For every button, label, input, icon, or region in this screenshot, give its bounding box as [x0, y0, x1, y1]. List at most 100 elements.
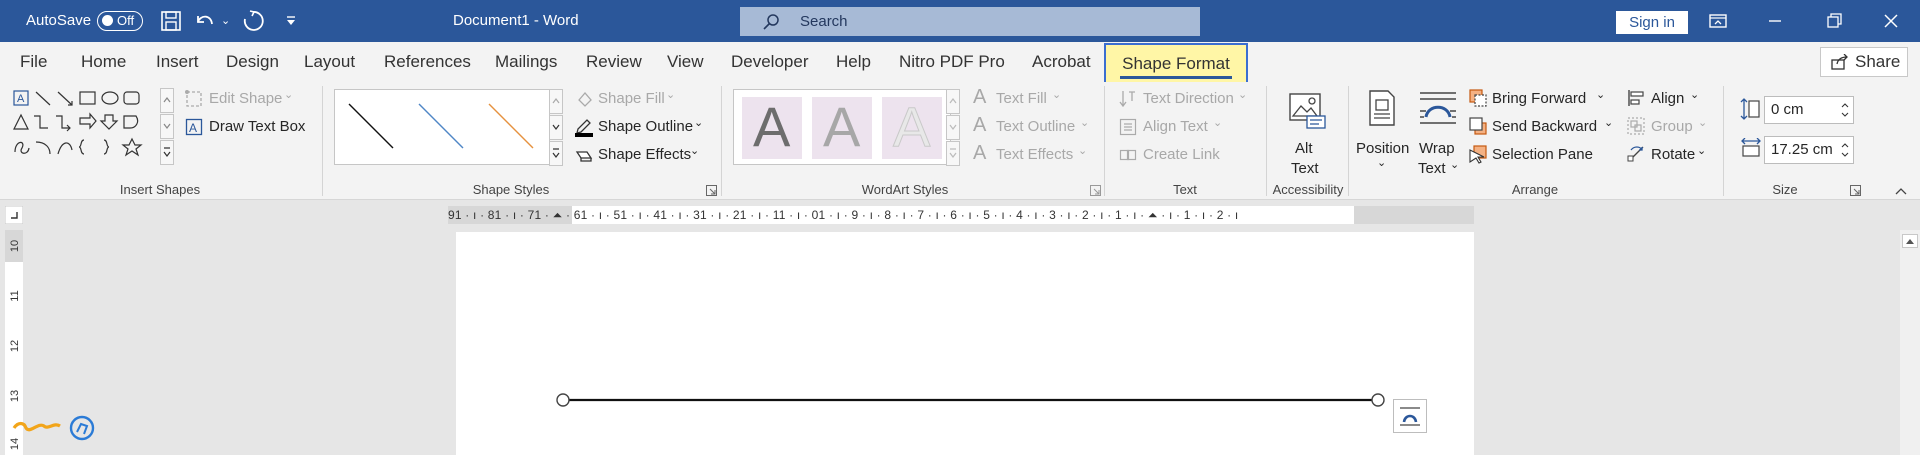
vruler-mark: 11 — [9, 290, 21, 302]
toggle-knob — [102, 15, 113, 26]
tab-layout[interactable]: Layout — [304, 42, 355, 82]
shape-height-input[interactable]: 0 cm — [1764, 96, 1854, 124]
search-box[interactable]: Search — [740, 7, 1200, 36]
tab-design[interactable]: Design — [226, 42, 279, 82]
shape-width-input[interactable]: 17.25 cm — [1764, 136, 1854, 164]
group-separator — [322, 86, 323, 196]
restore-icon[interactable] — [1823, 10, 1845, 32]
align-text-icon — [1119, 118, 1137, 136]
align-button[interactable]: Align — [1651, 90, 1684, 107]
shape-outline-button[interactable]: Shape Outline — [598, 118, 693, 135]
tab-acrobat[interactable]: Acrobat — [1032, 42, 1091, 82]
wordart-styles-launcher-icon[interactable] — [1090, 185, 1101, 196]
ribbon: A Edit Shape ⌄ A Draw Text Box Insert Sh… — [0, 82, 1920, 200]
text-direction-dropdown-icon: ⌄ — [1238, 89, 1248, 101]
shapes-gallery-scroll-icon[interactable] — [160, 88, 174, 166]
tab-selector-icon[interactable] — [5, 206, 23, 224]
undo-dropdown-icon[interactable]: ⌄ — [221, 0, 230, 42]
draw-text-box-icon: A — [185, 118, 203, 136]
customize-toolbar-icon[interactable] — [278, 8, 304, 34]
alt-text-label-line1: Alt — [1295, 140, 1313, 157]
tab-references[interactable]: References — [384, 42, 471, 82]
share-button[interactable]: Share — [1820, 47, 1908, 77]
share-label: Share — [1855, 52, 1901, 71]
tab-insert[interactable]: Insert — [156, 42, 199, 82]
shape-width-value: 17.25 cm — [1771, 141, 1833, 158]
bring-forward-dropdown-icon: ⌄ — [1596, 89, 1606, 101]
edit-shape-icon — [185, 90, 202, 107]
align-text-dropdown-icon: ⌄ — [1213, 117, 1223, 129]
save-icon[interactable] — [158, 8, 184, 34]
position-label: Position — [1356, 140, 1410, 157]
undo-icon[interactable] — [191, 8, 217, 34]
ribbon-display-options-icon[interactable] — [1707, 10, 1729, 32]
wrap-text-label-line2: Text — [1418, 160, 1446, 177]
tab-mailings[interactable]: Mailings — [495, 42, 557, 82]
text-fill-icon: A — [973, 86, 987, 108]
tab-developer[interactable]: Developer — [731, 42, 809, 82]
align-text-button[interactable]: Align Text — [1143, 118, 1208, 135]
alt-text-icon — [1289, 93, 1326, 129]
search-placeholder: Search — [800, 13, 848, 30]
bring-forward-button[interactable]: Bring Forward — [1492, 90, 1586, 107]
tab-shape-format[interactable]: Shape Format — [1104, 43, 1248, 86]
send-backward-button[interactable]: Send Backward — [1492, 118, 1597, 135]
svg-text:A: A — [189, 121, 197, 135]
position-button[interactable]: Position ⌄ — [1354, 90, 1410, 176]
layout-options-icon[interactable] — [1393, 399, 1427, 433]
wordart-styles-scroll-icon[interactable] — [946, 89, 960, 167]
line-shape[interactable] — [456, 232, 1474, 455]
minimize-icon[interactable] — [1764, 10, 1786, 32]
send-backward-dropdown-icon: ⌄ — [1604, 117, 1614, 129]
autosave-toggle[interactable]: Off — [97, 11, 143, 31]
shape-fill-button[interactable]: Shape Fill — [598, 90, 665, 107]
vertical-scrollbar[interactable] — [1900, 230, 1920, 455]
width-spinner-icon[interactable] — [1839, 139, 1851, 161]
alt-text-button[interactable]: Alt Text — [1280, 90, 1334, 177]
shape-effects-button[interactable]: Shape Effects — [598, 146, 691, 163]
group-separator — [1723, 86, 1724, 196]
sign-in-button[interactable]: Sign in — [1616, 11, 1688, 34]
shape-styles-scroll-icon[interactable] — [549, 89, 563, 167]
group-separator — [1348, 86, 1349, 196]
shapes-gallery[interactable]: A — [12, 88, 162, 166]
wrap-text-button[interactable]: Wrap Text ⌄ — [1414, 90, 1464, 177]
text-effects-button[interactable]: Text Effects — [996, 146, 1073, 163]
tab-nitro-pdf-pro[interactable]: Nitro PDF Pro — [899, 42, 1005, 82]
horizontal-ruler[interactable]: 91 · ı · 81 · ı · 71 · ⏶ · 61 · ı · 51 ·… — [448, 206, 1474, 224]
document-page[interactable] — [456, 232, 1474, 455]
shape-height-value: 0 cm — [1771, 101, 1804, 118]
create-link-button[interactable]: Create Link — [1143, 146, 1220, 163]
redo-icon[interactable] — [240, 8, 266, 34]
wordart-styles-group-label: WordArt Styles — [861, 182, 949, 197]
shape-styles-launcher-icon[interactable] — [706, 185, 717, 196]
height-spinner-icon[interactable] — [1839, 99, 1851, 121]
shape-fill-dropdown-icon: ⌄ — [666, 89, 676, 101]
size-launcher-icon[interactable] — [1850, 185, 1861, 196]
tab-help[interactable]: Help — [836, 42, 871, 82]
wordart-styles-gallery[interactable]: A A A — [733, 89, 951, 165]
edit-shape-button[interactable]: Edit Shape — [209, 90, 282, 107]
draw-text-box-button[interactable]: Draw Text Box — [209, 118, 305, 135]
scroll-up-icon[interactable] — [1902, 234, 1918, 248]
tab-file[interactable]: File — [20, 42, 47, 82]
close-icon[interactable] — [1880, 10, 1902, 32]
tab-review[interactable]: Review — [586, 42, 642, 82]
text-direction-button[interactable]: Text Direction — [1143, 90, 1234, 107]
shape-styles-group-label: Shape Styles — [472, 182, 550, 197]
tab-view[interactable]: View — [667, 42, 704, 82]
selection-pane-button[interactable]: Selection Pane — [1492, 146, 1593, 163]
tab-home[interactable]: Home — [81, 42, 126, 82]
shape-width-icon — [1741, 138, 1761, 157]
bring-forward-icon — [1469, 89, 1487, 107]
shape-styles-gallery[interactable] — [334, 89, 550, 165]
wrap-text-icon — [1420, 92, 1456, 124]
rotate-button[interactable]: Rotate — [1651, 146, 1695, 163]
text-outline-button[interactable]: Text Outline — [996, 118, 1075, 135]
shape-style-presets — [348, 103, 534, 149]
group-button[interactable]: Group — [1651, 118, 1693, 135]
group-icon — [1627, 117, 1645, 135]
vruler-mark: 12 — [9, 339, 21, 353]
collapse-ribbon-icon[interactable] — [1894, 186, 1908, 196]
text-fill-button[interactable]: Text Fill — [996, 90, 1047, 107]
